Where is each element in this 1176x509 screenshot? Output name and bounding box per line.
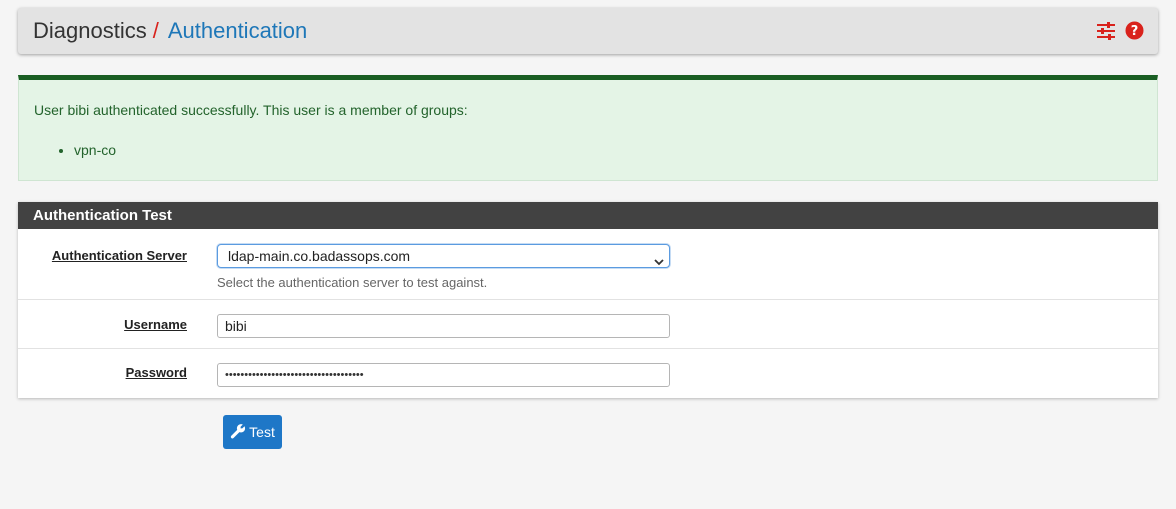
form-row-username: Username bibi — [18, 300, 1158, 349]
breadcrumb-current[interactable]: Authentication — [168, 18, 307, 44]
group-list: vpn-co — [59, 142, 116, 158]
password-label: Password — [125, 365, 187, 380]
header-icons: ? — [1096, 21, 1144, 40]
alert-message: User bibi authenticated successfully. Th… — [34, 102, 468, 118]
test-button-label: Test — [249, 424, 275, 440]
help-circle-icon[interactable]: ? — [1125, 21, 1144, 40]
password-input[interactable]: •••••••••••••••••••••••••••••••••••• — [217, 363, 670, 387]
sliders-icon[interactable] — [1096, 21, 1116, 40]
server-help-text: Select the authentication server to test… — [217, 275, 488, 290]
authentication-test-panel: Authentication Test Authentication Serve… — [18, 202, 1158, 398]
breadcrumb: Diagnostics / Authentication ? — [18, 8, 1158, 54]
server-select-value: ldap-main.co.badassops.com — [228, 248, 411, 264]
test-button[interactable]: Test — [223, 415, 282, 449]
form-row-password: Password •••••••••••••••••••••••••••••••… — [18, 349, 1158, 398]
wrench-icon — [230, 423, 246, 442]
success-alert: User bibi authenticated successfully. Th… — [18, 75, 1158, 181]
username-label: Username — [124, 317, 187, 332]
chevron-down-icon — [653, 251, 665, 273]
form-row-server: Authentication Server ldap-main.co.badas… — [18, 229, 1158, 300]
svg-text:?: ? — [1131, 24, 1139, 39]
username-input[interactable]: bibi — [217, 314, 670, 338]
authentication-server-select[interactable]: ldap-main.co.badassops.com — [217, 244, 670, 268]
breadcrumb-root[interactable]: Diagnostics — [33, 18, 147, 44]
breadcrumb-separator: / — [152, 18, 159, 43]
server-label: Authentication Server — [51, 248, 187, 263]
panel-title: Authentication Test — [18, 202, 1158, 229]
list-item: vpn-co — [74, 142, 116, 158]
